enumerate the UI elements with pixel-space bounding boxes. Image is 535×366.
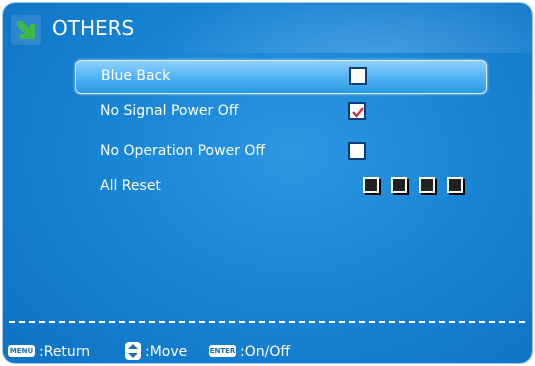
menu-item-label: All Reset (100, 178, 161, 194)
dashed-divider (9, 321, 525, 323)
menu-item-no-signal-power-off[interactable]: No Signal Power Off (75, 96, 485, 128)
no-signal-power-off-checkbox[interactable] (348, 102, 366, 120)
reset-square (419, 177, 435, 193)
title-bar: OTHERS (3, 3, 532, 55)
page-title: OTHERS (52, 16, 135, 40)
menu-item-label: No Signal Power Off (100, 103, 239, 119)
reset-square (363, 177, 379, 193)
return-hint: :Return (39, 344, 91, 360)
menu-item-no-operation-power-off[interactable]: No Operation Power Off (75, 136, 485, 168)
osd-panel: OTHERS Blue Back No Signal Power Off No … (3, 3, 532, 363)
green-arrow-down-right-icon (11, 15, 41, 45)
up-down-arrows-icon (125, 342, 141, 360)
no-operation-power-off-checkbox[interactable] (348, 142, 366, 160)
menu-item-blue-back[interactable]: Blue Back (75, 60, 487, 94)
onoff-hint: :On/Off (240, 344, 290, 360)
reset-square (391, 177, 407, 193)
menu-item-all-reset[interactable]: All Reset (75, 171, 485, 203)
menu-key-icon: MENU (8, 345, 35, 357)
move-hint: :Move (145, 344, 188, 360)
reset-square (447, 177, 463, 193)
menu-item-label: Blue Back (101, 68, 171, 84)
menu-item-label: No Operation Power Off (100, 143, 266, 159)
blue-back-checkbox[interactable] (349, 67, 367, 85)
enter-key-icon: ENTER (209, 345, 236, 357)
check-mark-icon (352, 107, 364, 118)
